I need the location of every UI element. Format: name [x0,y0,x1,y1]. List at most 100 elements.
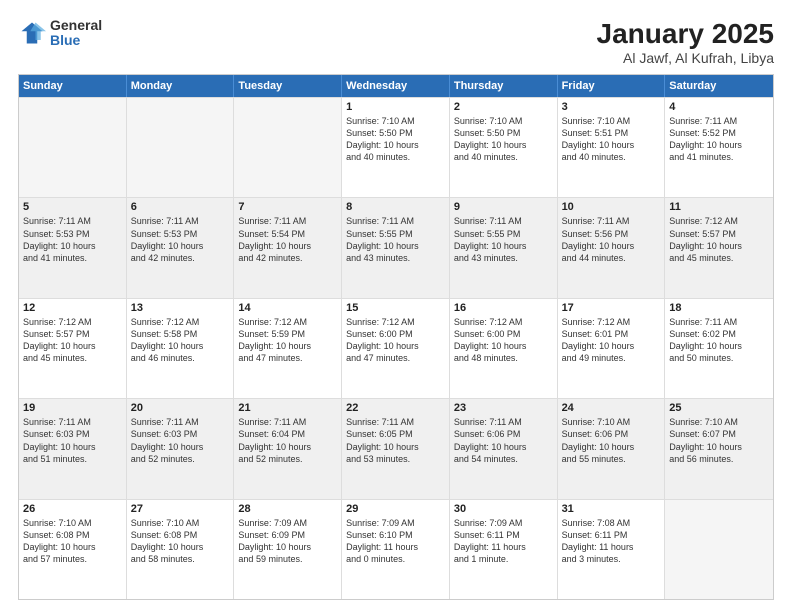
calendar-day-header: Monday [127,75,235,97]
calendar-row: 1Sunrise: 7:10 AMSunset: 5:50 PMDaylight… [19,97,773,197]
calendar-cell: 18Sunrise: 7:11 AMSunset: 6:02 PMDayligh… [665,299,773,398]
cell-line: and 53 minutes. [346,453,445,465]
day-number: 1 [346,101,445,113]
cell-line: Sunset: 5:52 PM [669,127,769,139]
calendar-cell: 23Sunrise: 7:11 AMSunset: 6:06 PMDayligh… [450,399,558,498]
cell-line: Daylight: 10 hours [346,240,445,252]
cell-line: Daylight: 10 hours [238,240,337,252]
day-number: 5 [23,201,122,213]
cell-line: Daylight: 10 hours [23,240,122,252]
day-number: 10 [562,201,661,213]
calendar-cell: 30Sunrise: 7:09 AMSunset: 6:11 PMDayligh… [450,500,558,599]
calendar-cell: 1Sunrise: 7:10 AMSunset: 5:50 PMDaylight… [342,98,450,197]
cell-line: and 46 minutes. [131,352,230,364]
calendar-cell: 16Sunrise: 7:12 AMSunset: 6:00 PMDayligh… [450,299,558,398]
cell-line: Sunrise: 7:11 AM [454,215,553,227]
cell-line: and 57 minutes. [23,553,122,565]
calendar-cell [127,98,235,197]
cell-line: Sunrise: 7:11 AM [669,316,769,328]
calendar-cell: 24 Sunrise: 7:10 AMSunset: 6:06 PMDayligh… [558,399,666,498]
cell-line: Sunset: 5:51 PM [562,127,661,139]
calendar-cell: 5Sunrise: 7:11 AMSunset: 5:53 PMDaylight… [19,198,127,297]
cell-line: Sunset: 5:53 PM [131,228,230,240]
cell-line: Daylight: 10 hours [454,441,553,453]
cell-line: Daylight: 10 hours [131,541,230,553]
calendar-cell: 12Sunrise: 7:12 AMSunset: 5:57 PMDayligh… [19,299,127,398]
cell-line: Sunrise: 7:11 AM [346,215,445,227]
cell-line: Sunrise: 7:12 AM [238,316,337,328]
cell-line: Sunrise: 7:10 AM [346,115,445,127]
cell-line: Sunset: 6:03 PM [131,428,230,440]
cell-line: Sunset: 6:00 PM [454,328,553,340]
calendar-title: January 2025 [597,18,774,50]
calendar-cell: 4Sunrise: 7:11 AMSunset: 5:52 PMDaylight… [665,98,773,197]
cell-line: Daylight: 10 hours [131,340,230,352]
cell-line: Sunrise: 7:09 AM [454,517,553,529]
day-number: 14 [238,302,337,314]
calendar-cell: 7Sunrise: 7:11 AMSunset: 5:54 PMDaylight… [234,198,342,297]
cell-line: Sunrise: 7:09 AM [346,517,445,529]
cell-line: Sunset: 5:57 PM [669,228,769,240]
calendar-cell [665,500,773,599]
cell-line: Sunrise: 7:11 AM [23,416,122,428]
cell-line: Daylight: 11 hours [454,541,553,553]
cell-line: Sunrise: 7:11 AM [23,215,122,227]
cell-line: Daylight: 10 hours [562,340,661,352]
cell-line: Sunset: 6:02 PM [669,328,769,340]
cell-line: Sunset: 6:10 PM [346,529,445,541]
day-number: 16 [454,302,553,314]
calendar-cell [234,98,342,197]
cell-line: Sunrise: 7:10 AM [562,115,661,127]
day-number: 23 [454,402,553,414]
calendar-row: 5 Sunrise: 7:11 AM Sunset: 5:53 PM Daylight… [19,197,773,297]
calendar-cell: 14Sunrise: 7:12 AMSunset: 5:59 PMDayligh… [234,299,342,398]
calendar-cell: 31Sunrise: 7:08 AMSunset: 6:11 PMDayligh… [558,500,666,599]
day-number: 12 [23,302,122,314]
cell-line: Sunrise: 7:08 AM [562,517,661,529]
cell-line: Sunset: 6:06 PM [562,428,661,440]
cell-line: and 52 minutes. [238,453,337,465]
cell-line: Sunrise: 7:11 AM [454,416,553,428]
day-number: 3 [562,101,661,113]
cell-line: and 41 minutes. [23,252,122,264]
cell-line: Sunset: 6:09 PM [238,529,337,541]
cell-line: and 43 minutes. [454,252,553,264]
cell-line: Sunset: 5:54 PM [238,228,337,240]
cell-line: and 40 minutes. [346,151,445,163]
cell-line: Daylight: 10 hours [346,340,445,352]
cell-line: Sunrise: 7:10 AM [669,416,769,428]
cell-line: and 42 minutes. [131,252,230,264]
calendar-day-header: Sunday [19,75,127,97]
cell-line: Daylight: 10 hours [23,340,122,352]
cell-line: Daylight: 10 hours [562,441,661,453]
day-number: 2 [454,101,553,113]
day-number: 22 [346,402,445,414]
cell-line: Daylight: 10 hours [346,441,445,453]
cell-line: Sunset: 5:50 PM [346,127,445,139]
cell-line: Sunset: 6:01 PM [562,328,661,340]
cell-line: Sunrise: 7:12 AM [346,316,445,328]
logo-text: General Blue [50,18,102,49]
cell-line: Sunrise: 7:10 AM [562,416,661,428]
cell-line: and 48 minutes. [454,352,553,364]
cell-line: and 0 minutes. [346,553,445,565]
cell-line: and 54 minutes. [454,453,553,465]
day-number: 17 [562,302,661,314]
cell-line: Daylight: 10 hours [669,240,769,252]
cell-line: Sunrise: 7:12 AM [131,316,230,328]
title-block: January 2025 Al Jawf, Al Kufrah, Libya [597,18,774,66]
calendar-cell: 29Sunrise: 7:09 AMSunset: 6:10 PMDayligh… [342,500,450,599]
calendar-cell: 26Sunrise: 7:10 AMSunset: 6:08 PMDayligh… [19,500,127,599]
day-number: 15 [346,302,445,314]
cell-line: Sunrise: 7:11 AM [669,115,769,127]
cell-line: Sunrise: 7:09 AM [238,517,337,529]
day-number: 24 [562,402,661,414]
cell-line: Sunset: 6:08 PM [23,529,122,541]
calendar-cell: 8Sunrise: 7:11 AMSunset: 5:55 PMDaylight… [342,198,450,297]
cell-line: Daylight: 10 hours [238,340,337,352]
calendar-cell: 19Sunrise: 7:11 AMSunset: 6:03 PMDayligh… [19,399,127,498]
logo-icon [18,19,46,47]
logo-blue-text: Blue [50,33,102,48]
logo: General Blue [18,18,102,49]
cell-line: Sunset: 6:03 PM [23,428,122,440]
